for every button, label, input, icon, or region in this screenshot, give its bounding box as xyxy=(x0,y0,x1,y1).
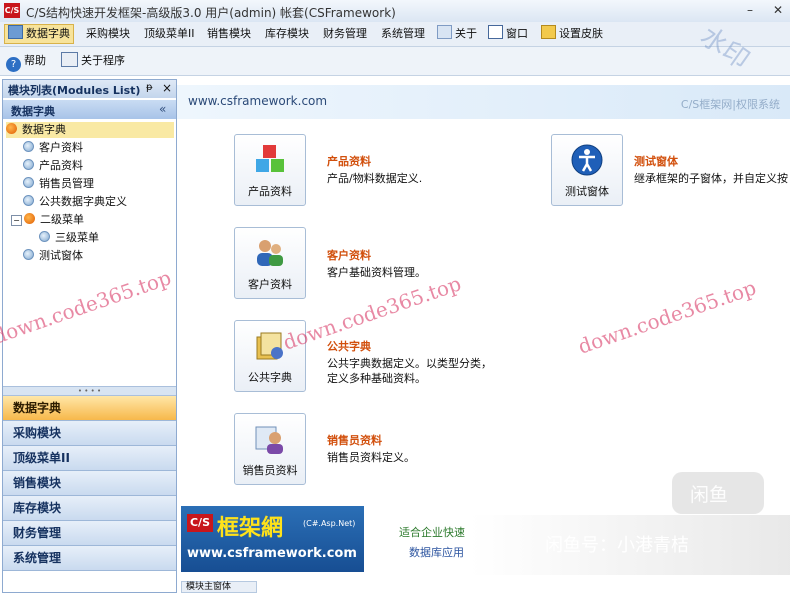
logo-subtitle: (C#.Asp.Net) xyxy=(303,519,356,528)
customer-title[interactable]: 客户资料 xyxy=(327,247,371,263)
tree-node-salesperson[interactable]: 销售员管理 xyxy=(23,176,94,192)
nav-system[interactable]: 系统管理 xyxy=(3,546,176,571)
menu-sales[interactable]: 销售模块 xyxy=(207,25,251,43)
salesperson-title[interactable]: 销售员资料 xyxy=(327,432,382,448)
leaf-node-icon xyxy=(23,249,34,260)
csframework-logo-banner[interactable]: C/S 框架網 (C#.Asp.Net) www.csframework.com xyxy=(181,506,364,572)
menu-about[interactable]: 关于 xyxy=(437,25,477,43)
test-form-desc: 继承框架的子窗体，并自定义按 xyxy=(634,172,788,185)
menu-system[interactable]: 系统管理 xyxy=(381,25,425,43)
tile-salesperson[interactable]: 销售员资料 xyxy=(234,413,306,485)
module-panel-title: 模块列表(Modules List) xyxy=(8,84,141,97)
nav-top-level-2[interactable]: 顶级菜单II xyxy=(3,446,176,471)
tree-node-common-dictionary[interactable]: 公共数据字典定义 xyxy=(23,194,127,210)
banner-slogan: C/S框架网|权限系统 xyxy=(680,98,780,111)
help-icon: ? xyxy=(6,57,21,72)
menu-purchase[interactable]: 采购模块 xyxy=(86,25,130,43)
menu-bar: 数据字典 采购模块 顶级菜单II 销售模块 库存模块 财务管理 系统管理 关于 … xyxy=(0,22,790,47)
leaf-node-icon xyxy=(23,195,34,206)
tree-node-test-form[interactable]: 测试窗体 xyxy=(23,248,83,264)
collapse-icon[interactable]: « xyxy=(159,102,166,116)
salesperson-icon xyxy=(255,426,283,454)
bottom-note-1: 适合企业快速 xyxy=(399,526,465,539)
overlay-badge-text: 闲鱼 xyxy=(690,484,729,506)
menu-finance[interactable]: 财务管理 xyxy=(323,25,367,43)
close-icon[interactable]: ✕ xyxy=(770,3,786,18)
menu-top-level-2[interactable]: 顶级菜单II xyxy=(144,25,195,43)
module-tree: 数据字典 客户资料 产品资料 销售员管理 公共数据字典定义 − 二级菜单 三级菜单… xyxy=(3,121,176,381)
main-form-tab[interactable]: 模块主窗体 xyxy=(181,581,257,593)
bottom-note-2: 数据库应用 xyxy=(409,546,464,559)
common-dictionary-desc-2: 定义多种基础资料。 xyxy=(327,372,426,385)
test-form-title[interactable]: 测试窗体 xyxy=(634,153,678,169)
logo-cs-badge: C/S xyxy=(187,514,213,532)
leaf-node-icon xyxy=(39,231,50,242)
module-group-header[interactable]: 数据字典 « xyxy=(3,100,176,119)
leaf-node-icon xyxy=(23,159,34,170)
panel-close-icon[interactable]: × xyxy=(162,81,172,95)
common-dictionary-title[interactable]: 公共字典 xyxy=(327,338,371,354)
folder-node-icon xyxy=(6,123,17,134)
product-desc: 产品/物料数据定义. xyxy=(327,172,423,185)
dictionary-icon xyxy=(8,25,23,39)
customer-people-icon xyxy=(257,240,283,266)
window-title: C/S结构快速开发框架-高级版3.0 用户(admin) 帐套(CSFramew… xyxy=(26,6,396,20)
tree-node-submenu[interactable]: − 二级菜单 xyxy=(11,212,84,228)
help-button[interactable]: ? 帮助 xyxy=(6,52,46,72)
overlay-author-text: 闲鱼号：小港青桔 xyxy=(545,535,689,556)
tile-customer[interactable]: 客户资料 xyxy=(234,227,306,299)
panel-splitter[interactable]: • • • • xyxy=(3,386,176,396)
tile-test-form[interactable]: 测试窗体 xyxy=(551,134,623,206)
menu-window[interactable]: 窗口 xyxy=(488,25,528,43)
folder-node-icon xyxy=(24,213,35,224)
main-banner: www.csframework.com C/S框架网|权限系统 xyxy=(177,85,790,119)
tree-node-third-level[interactable]: 三级菜单 xyxy=(39,230,99,246)
about-icon xyxy=(437,25,452,39)
tree-node-product[interactable]: 产品资料 xyxy=(23,158,83,174)
menu-inventory[interactable]: 库存模块 xyxy=(265,25,309,43)
skin-icon xyxy=(541,25,556,39)
about-program-button[interactable]: 关于程序 xyxy=(61,52,125,70)
nav-sales[interactable]: 销售模块 xyxy=(3,471,176,496)
menu-data-dictionary[interactable]: 数据字典 xyxy=(4,24,74,44)
module-group-title: 数据字典 xyxy=(11,105,55,118)
leaf-node-icon xyxy=(23,177,34,188)
common-dictionary-desc-1: 公共字典数据定义。以类型分类， xyxy=(327,357,492,370)
tree-node-customer[interactable]: 客户资料 xyxy=(23,140,83,156)
leaf-node-icon xyxy=(23,141,34,152)
menu-skin[interactable]: 设置皮肤 xyxy=(541,25,603,43)
logo-url: www.csframework.com xyxy=(187,546,357,561)
nav-inventory[interactable]: 库存模块 xyxy=(3,496,176,521)
tree-node-data-dictionary[interactable]: 数据字典 xyxy=(6,122,174,138)
product-cubes-icon xyxy=(256,145,284,172)
nav-data-dictionary[interactable]: 数据字典 xyxy=(3,396,176,421)
product-title[interactable]: 产品资料 xyxy=(327,153,371,169)
site-url: www.csframework.com xyxy=(188,94,328,108)
pin-icon[interactable]: ᵽ xyxy=(146,82,153,93)
customer-desc: 客户基础资料管理。 xyxy=(327,266,426,279)
program-icon xyxy=(61,52,78,67)
accessibility-icon xyxy=(571,144,603,176)
logo-name: 框架網 xyxy=(217,516,284,541)
toolbar: ? 帮助 关于程序 xyxy=(0,47,790,76)
nav-finance[interactable]: 财务管理 xyxy=(3,521,176,546)
tile-product[interactable]: 产品资料 xyxy=(234,134,306,206)
nav-purchase[interactable]: 采购模块 xyxy=(3,421,176,446)
collapse-node-icon[interactable]: − xyxy=(11,215,22,226)
window-icon xyxy=(488,25,503,39)
app-logo: C/S xyxy=(4,3,20,18)
module-panel-header: 模块列表(Modules List) ᵽ × xyxy=(3,80,176,98)
minimize-icon[interactable]: – xyxy=(742,3,758,18)
salesperson-desc: 销售员资料定义。 xyxy=(327,451,415,464)
title-bar: C/S C/S结构快速开发框架-高级版3.0 用户(admin) 帐套(CSFr… xyxy=(0,0,790,23)
